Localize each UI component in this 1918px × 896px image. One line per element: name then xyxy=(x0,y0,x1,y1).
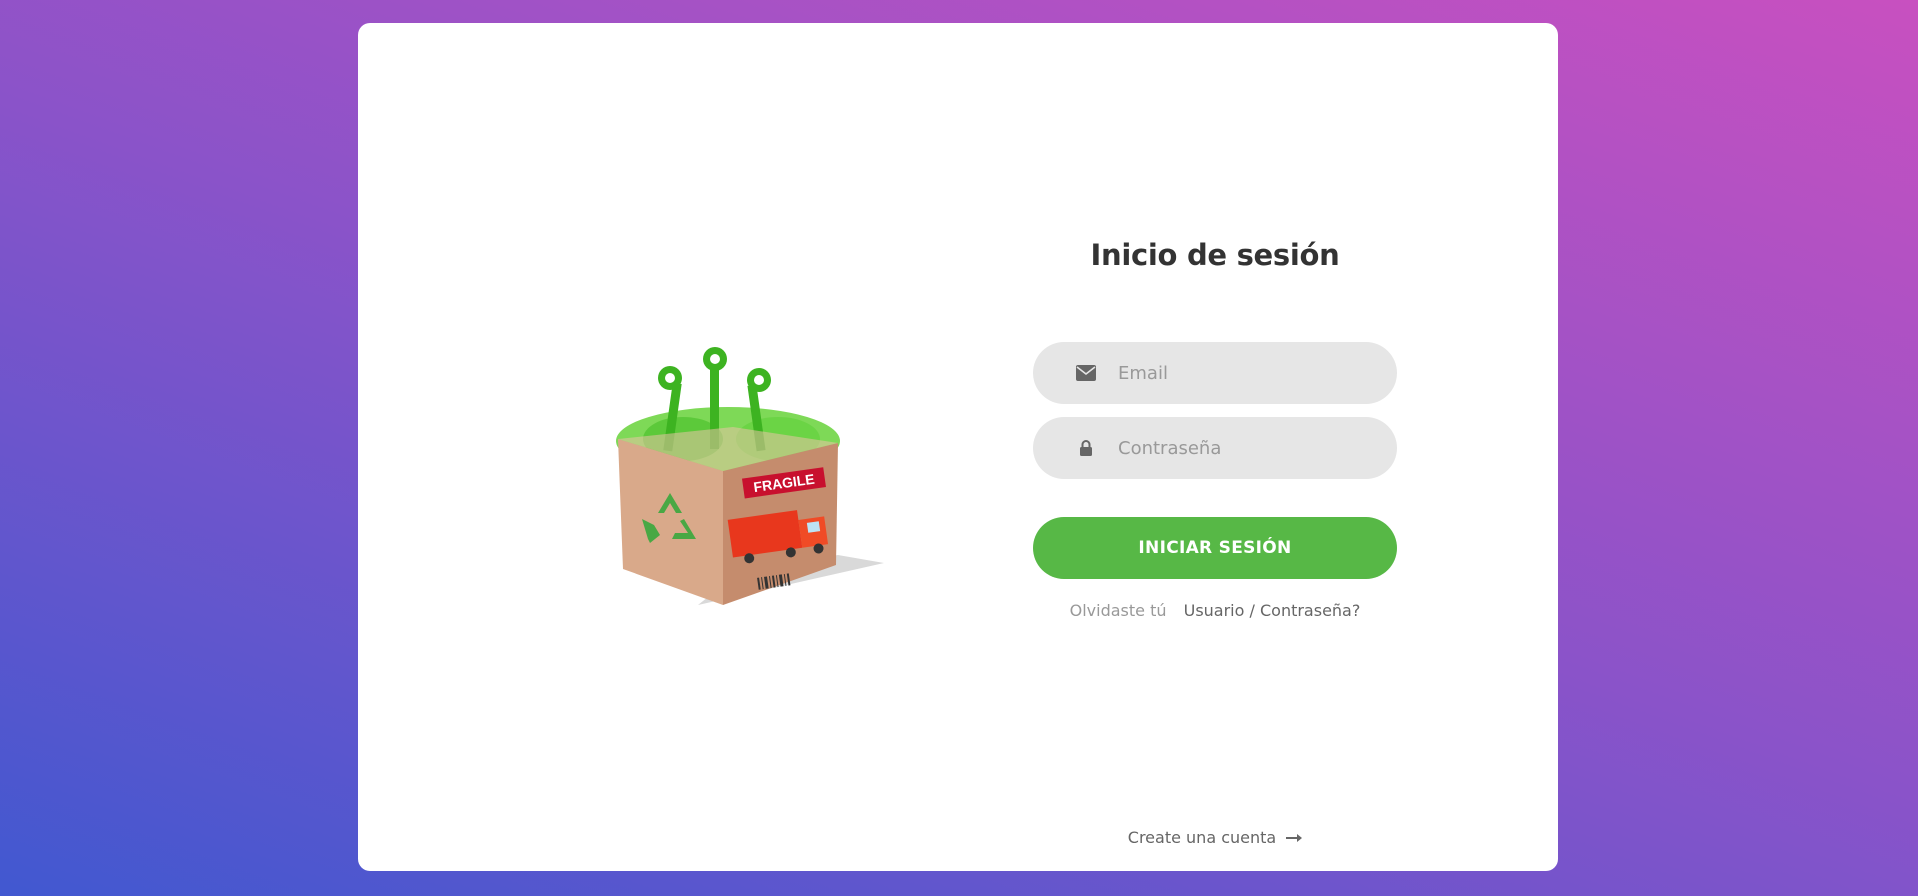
login-card: FRAGILE Inicio de sesión Email INICIAR S… xyxy=(358,23,1558,871)
recycle-box-illustration: FRAGILE xyxy=(588,343,888,623)
lock-icon xyxy=(1075,437,1097,459)
email-field-wrapper xyxy=(1033,342,1397,404)
forgot-prefix: Olvidaste tú xyxy=(1069,601,1167,620)
forgot-credentials-link[interactable]: Usuario / Contraseña? xyxy=(1184,601,1361,620)
create-account-row: Create una cuenta xyxy=(1033,828,1397,847)
create-account-label: Create una cuenta xyxy=(1127,828,1277,847)
login-form: Inicio de sesión INICIAR SESIÓN Olvidas xyxy=(1033,238,1397,620)
arrow-right-icon xyxy=(1286,828,1303,847)
forgot-row: Olvidaste tú Usuario / Contraseña? xyxy=(1033,601,1397,620)
password-field-wrapper xyxy=(1033,417,1397,479)
login-button[interactable]: INICIAR SESIÓN xyxy=(1033,517,1397,579)
page-title: Inicio de sesión xyxy=(1090,238,1340,272)
create-account-link[interactable]: Create una cuenta xyxy=(1127,828,1303,847)
envelope-icon xyxy=(1075,362,1097,384)
